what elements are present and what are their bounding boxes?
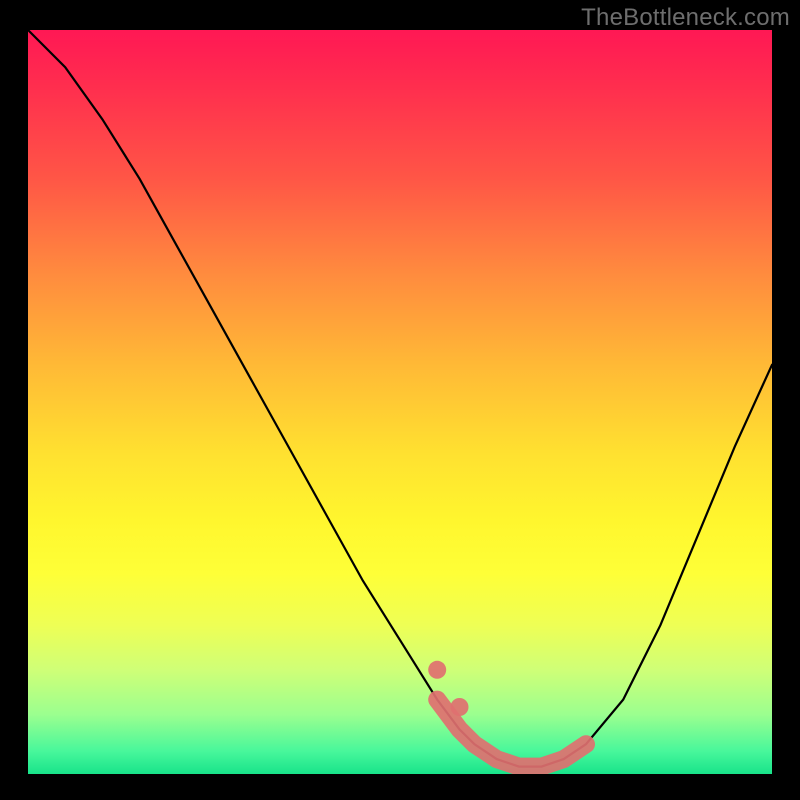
highlight-dot: [451, 698, 469, 716]
watermark-text: TheBottleneck.com: [581, 4, 790, 32]
bottleneck-curve: [28, 30, 772, 767]
chart-overlay: [28, 30, 772, 774]
chart-frame: TheBottleneck.com: [0, 0, 800, 800]
highlight-dot: [428, 661, 446, 679]
plot-area: [28, 30, 772, 774]
